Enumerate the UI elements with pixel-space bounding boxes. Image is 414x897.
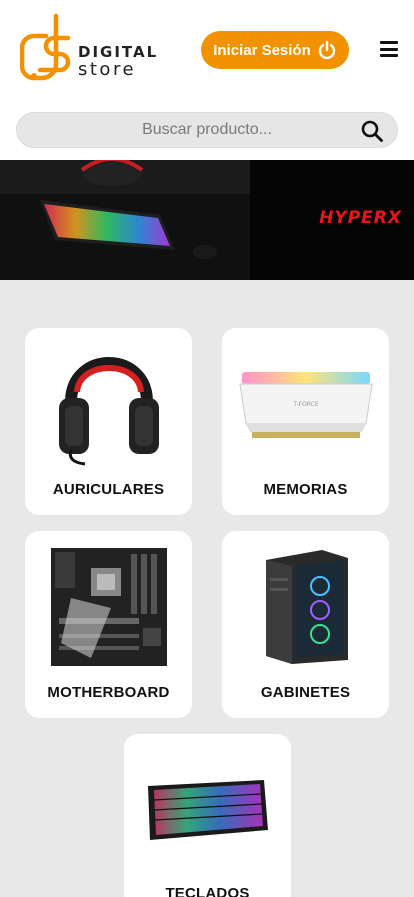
login-button[interactable]: Iniciar Sesión (201, 31, 349, 69)
category-label: GABINETES (260, 684, 351, 701)
category-card-motherboard[interactable]: MOTHERBOARD (25, 531, 192, 718)
ram-memory-image: T-FORCE (239, 372, 373, 438)
category-card-auriculares[interactable]: AURICULARES (25, 328, 192, 515)
login-button-label: Iniciar Sesión (213, 41, 311, 59)
logo-mark-icon (19, 13, 71, 81)
hamburger-menu-icon[interactable] (380, 41, 398, 57)
search-icon[interactable] (361, 120, 383, 142)
headphones-image (59, 357, 159, 466)
keyboard-image (148, 780, 268, 840)
banner-brand-logo: HYPERX (319, 208, 402, 228)
brand-name-bottom: store (78, 59, 137, 80)
search-input[interactable] (17, 113, 357, 147)
svg-text:T-FORCE: T-FORCE (292, 401, 319, 408)
category-card-teclados[interactable]: TECLADOS (124, 734, 291, 897)
motherboard-image (51, 548, 167, 666)
brand-logo[interactable]: DIGITAL store (19, 12, 160, 86)
search-bar (16, 112, 398, 148)
promo-banner[interactable]: HYPERX (0, 160, 414, 280)
category-card-memorias[interactable]: T-FORCE MEMORIAS (222, 328, 389, 515)
category-label: TECLADOS (165, 885, 250, 897)
category-label: AURICULARES (52, 481, 165, 498)
pc-case-image (266, 550, 348, 664)
power-icon (318, 40, 335, 60)
category-label: MOTHERBOARD (47, 684, 170, 701)
category-label: MEMORIAS (263, 481, 348, 498)
header: DIGITAL store Iniciar Sesión (0, 0, 414, 160)
category-card-gabinetes[interactable]: GABINETES (222, 531, 389, 718)
